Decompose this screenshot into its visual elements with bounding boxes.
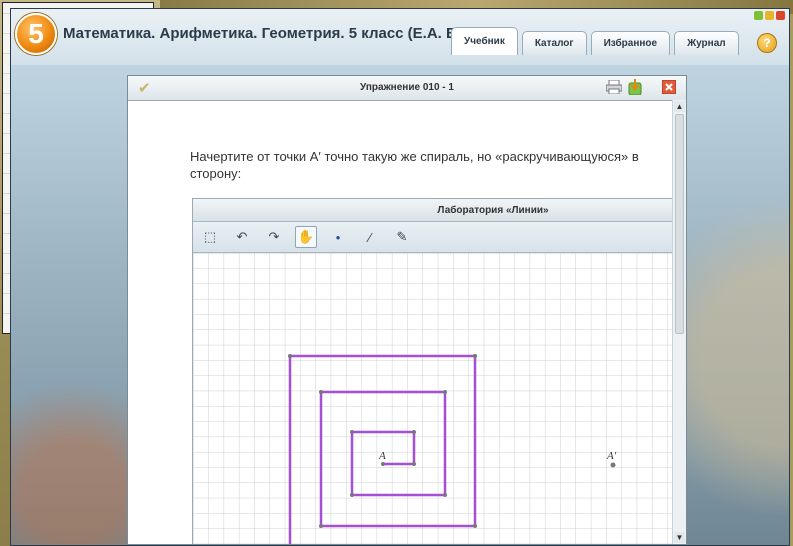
app-title: Математика. Арифметика. Геометрия. 5 кла… <box>63 25 458 42</box>
task-text: Начертите от точки A′ точно такую же спи… <box>190 149 639 164</box>
tab-catalog[interactable]: Каталог <box>521 31 587 55</box>
exercise-header: ✔ Упражнение 010 - 1 <box>128 76 686 101</box>
scroll-down-icon[interactable]: ▼ <box>674 532 685 543</box>
tab-journal[interactable]: Журнал <box>674 31 739 55</box>
exercise-panel: ✔ Упражнение 010 - 1 Начертите от точки … <box>127 75 687 545</box>
scroll-up-icon[interactable]: ▲ <box>674 101 685 112</box>
close-icon[interactable] <box>662 80 676 94</box>
exercise-title: Упражнение 010 - 1 <box>360 82 454 93</box>
title-bar: 5 Математика. Арифметика. Геометрия. 5 к… <box>11 9 789 65</box>
drawing-grid[interactable]: A A′ <box>193 253 674 545</box>
redo-icon[interactable]: ↷ <box>263 226 285 248</box>
maximize-icon[interactable] <box>765 11 774 20</box>
main-tabs: Учебник Каталог Избранное Журнал <box>451 27 739 57</box>
print-icon[interactable] <box>606 80 622 94</box>
exercise-body: Начертите от точки A′ точно такую же спи… <box>128 100 674 545</box>
select-tool-icon[interactable]: ⬚ <box>199 226 221 248</box>
point-a-label: A <box>378 450 386 462</box>
lab-toolbar: ⬚ ↶ ↷ ✋ • ⁄ ✎ <box>193 222 673 253</box>
minimize-icon[interactable] <box>754 11 763 20</box>
scroll-thumb[interactable] <box>675 114 684 334</box>
lab-header: Лаборатория «Линии» <box>193 199 673 222</box>
undo-icon[interactable]: ↶ <box>231 226 253 248</box>
app-logo: 5 <box>15 13 57 55</box>
hand-icon[interactable]: ✋ <box>295 226 317 248</box>
app-window: 5 Математика. Арифметика. Геометрия. 5 к… <box>10 8 790 546</box>
help-button[interactable]: ? <box>757 33 777 53</box>
lab-title: Лаборатория «Линии» <box>437 205 549 216</box>
tab-favorites[interactable]: Избранное <box>590 31 671 55</box>
lines-lab: Лаборатория «Линии» ⬚ ↶ ↷ ✋ • ⁄ ✎ A A′ <box>192 198 674 545</box>
close-window-icon[interactable] <box>776 11 785 20</box>
save-icon[interactable] <box>628 79 642 95</box>
window-controls <box>754 11 785 20</box>
eraser-icon[interactable]: ✎ <box>391 226 413 248</box>
point-a-prime-label: A′ <box>606 450 617 462</box>
vertical-scrollbar[interactable]: ▲ ▼ <box>672 100 686 544</box>
point-icon[interactable]: • <box>327 226 349 248</box>
line-icon[interactable]: ⁄ <box>359 226 381 248</box>
task-text-line2: сторону: <box>190 166 242 181</box>
tab-textbook[interactable]: Учебник <box>451 27 518 55</box>
